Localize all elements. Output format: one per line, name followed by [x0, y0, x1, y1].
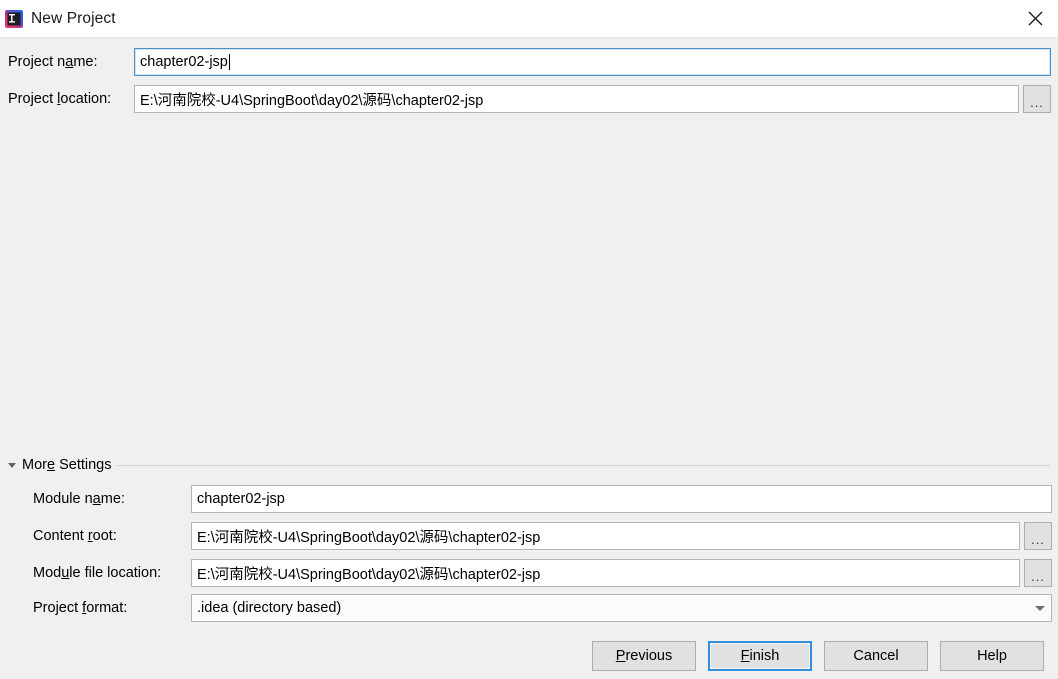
dialog-button-bar: Previous Finish Cancel Help: [0, 641, 1058, 671]
intellij-idea-icon: [5, 9, 23, 28]
module-name-value: chapter02-jsp: [197, 491, 285, 507]
module-name-input[interactable]: chapter02-jsp: [191, 485, 1052, 513]
module-file-location-label: Module file location:: [33, 565, 162, 581]
more-settings-label: More Settings: [22, 457, 112, 473]
group-separator: [117, 464, 1050, 466]
project-name-row: Project name: chapter02-jsp: [8, 48, 1052, 76]
project-name-label: Project name:: [8, 54, 98, 70]
project-format-select[interactable]: .idea (directory based): [191, 594, 1052, 622]
content-root-input[interactable]: E:\河南院校-U4\SpringBoot\day02\源码\chapter02…: [191, 522, 1020, 550]
project-name-input[interactable]: chapter02-jsp: [134, 48, 1051, 76]
module-name-label: Module name:: [33, 491, 125, 507]
finish-button[interactable]: Finish: [708, 641, 812, 671]
project-location-value: E:\河南院校-U4\SpringBoot\day02\源码\chapter02…: [140, 92, 484, 109]
chevron-down-icon[interactable]: [1035, 605, 1045, 611]
module-file-location-row: Module file location: E:\河南院校-U4\SpringB…: [33, 559, 1052, 587]
project-format-label: Project format:: [33, 600, 128, 616]
module-file-location-value: E:\河南院校-U4\SpringBoot\day02\源码\chapter02…: [197, 566, 541, 583]
text-caret: [228, 54, 230, 70]
project-name-value: chapter02-jsp: [140, 54, 228, 70]
help-button[interactable]: Help: [940, 641, 1044, 671]
more-settings-header[interactable]: More Settings: [8, 457, 1050, 473]
project-location-browse-button[interactable]: ...: [1023, 85, 1051, 113]
content-root-label: Content root:: [33, 528, 117, 544]
project-format-row: Project format: .idea (directory based): [33, 594, 1052, 622]
dialog-title: New Project: [31, 9, 116, 27]
content-root-row: Content root: E:\河南院校-U4\SpringBoot\day0…: [33, 522, 1052, 550]
module-name-row: Module name: chapter02-jsp: [33, 485, 1052, 513]
project-location-input[interactable]: E:\河南院校-U4\SpringBoot\day02\源码\chapter02…: [134, 85, 1019, 113]
content-root-value: E:\河南院校-U4\SpringBoot\day02\源码\chapter02…: [197, 529, 541, 546]
dialog-titlebar: New Project: [0, 0, 1058, 38]
close-icon[interactable]: [1012, 0, 1058, 37]
project-location-label: Project location:: [8, 91, 112, 107]
content-root-browse-button[interactable]: ...: [1024, 522, 1052, 550]
project-format-value: .idea (directory based): [197, 600, 342, 616]
cancel-button[interactable]: Cancel: [824, 641, 928, 671]
project-location-row: Project location: E:\河南院校-U4\SpringBoot\…: [8, 85, 1052, 113]
module-file-location-input[interactable]: E:\河南院校-U4\SpringBoot\day02\源码\chapter02…: [191, 559, 1020, 587]
previous-button[interactable]: Previous: [592, 641, 696, 671]
triangle-down-icon[interactable]: [8, 462, 16, 468]
module-file-location-browse-button[interactable]: ...: [1024, 559, 1052, 587]
